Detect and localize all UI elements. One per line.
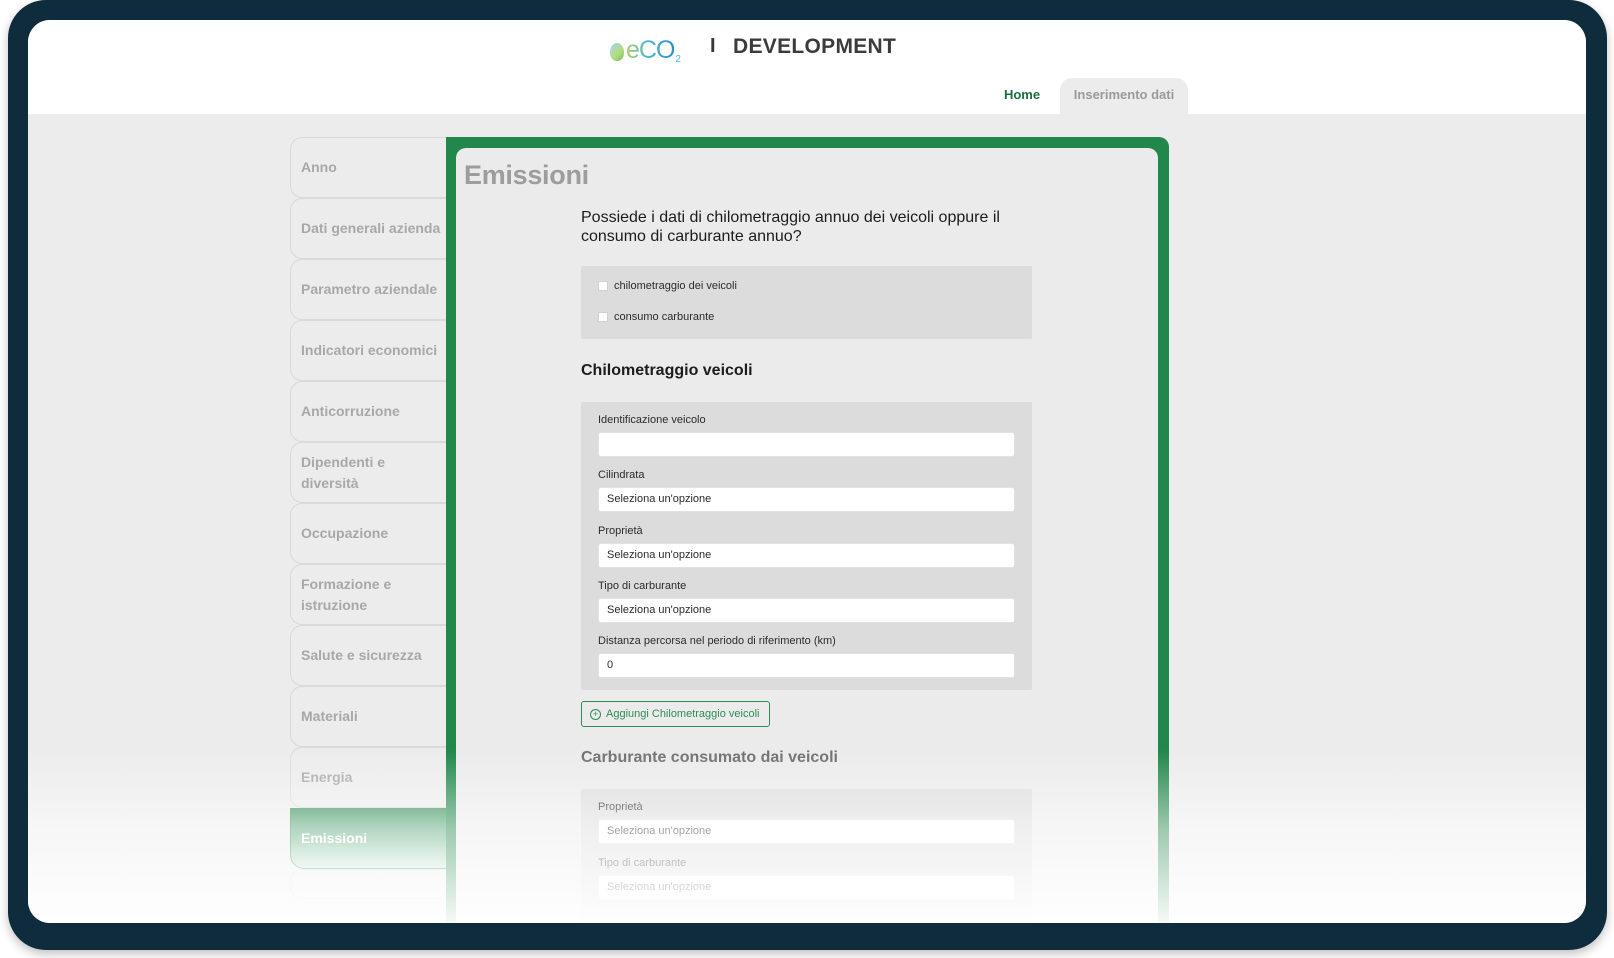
fuel-ownership-label: Proprietà [598, 801, 643, 813]
sidebar-item-salute[interactable]: Salute e sicurezza [290, 625, 446, 686]
fuel-type-label-2: Tipo di carburante [598, 857, 687, 869]
displacement-select[interactable]: Seleziona un'opzione [598, 487, 1015, 512]
leaf-icon [610, 42, 624, 61]
section-title-mileage: Chilometraggio veicoli [581, 362, 753, 379]
section-sidebar: Anno Dati generali azienda Parametro azi… [290, 137, 446, 917]
add-mileage-label: Aggiungi Chilometraggio veicoli [606, 708, 760, 720]
option-label: chilometraggio dei veicoli [614, 280, 737, 292]
fuel-form: Proprietà Seleziona un'opzione Tipo di c… [581, 789, 1032, 923]
option-vehicle-mileage[interactable]: chilometraggio dei veicoli [598, 280, 737, 292]
sidebar-item-emissioni[interactable]: Emissioni [290, 808, 446, 869]
distance-input[interactable]: 0 [598, 653, 1015, 678]
logo-subscript: 2 [675, 54, 681, 65]
sidebar-item-anticorruzione[interactable]: Anticorruzione [290, 381, 446, 442]
plus-circle-icon: + [590, 708, 601, 720]
sidebar-item-dati-generali[interactable]: Dati generali azienda [290, 198, 446, 259]
sidebar-item-parametro[interactable]: Parametro aziendale [290, 259, 446, 320]
sidebar-item-label: Emissioni [301, 830, 368, 846]
sidebar-item-label: Anno [301, 159, 337, 175]
fuel-type-label: Tipo di carburante [598, 580, 687, 592]
nav-tab-data-entry[interactable]: Inserimento dati [1060, 78, 1188, 116]
ownership-select[interactable]: Seleziona un'opzione [598, 543, 1015, 568]
fuel-type-select-2[interactable]: Seleziona un'opzione [598, 875, 1015, 900]
sidebar-item-energia[interactable]: Energia [290, 747, 446, 808]
sidebar-item-formazione[interactable]: Formazione e istruzione [290, 564, 446, 625]
sidebar-item-anno[interactable]: Anno [290, 137, 446, 198]
logo-text: eCO [626, 36, 675, 64]
displacement-label: Cilindrata [598, 469, 645, 481]
sidebar-item-label: Dipendenti e diversità [301, 453, 386, 491]
sidebar-item-label: Parametro aziendale [301, 281, 438, 297]
eco2-logo[interactable]: eCO 2 [610, 36, 681, 65]
vehicle-id-label: Identificazione veicolo [598, 414, 706, 426]
page-title: Emissioni [464, 160, 589, 190]
sidebar-item-next[interactable] [290, 869, 446, 899]
mileage-form: Identificazione veicolo Cilindrata Selez… [581, 402, 1032, 690]
app-header: eCO 2 I DEVELOPMENT Home Inserimento dat… [28, 20, 1586, 116]
fuel-type-select[interactable]: Seleziona un'opzione [598, 598, 1015, 623]
ownership-label: Proprietà [598, 525, 643, 537]
distance-label: Distanza percorsa nel periodo di riferim… [598, 635, 836, 647]
sidebar-item-label: Dati generali azienda [301, 220, 441, 236]
checkbox[interactable] [598, 312, 608, 322]
sidebar-item-indicatori[interactable]: Indicatori economici [290, 320, 446, 381]
data-availability-question: Possiede i dati di chilometraggio annuo … [581, 209, 1000, 245]
sidebar-item-materiali[interactable]: Materiali [290, 686, 446, 747]
option-fuel-consumption[interactable]: consumo carburante [598, 311, 714, 323]
sidebar-item-label: Salute e sicurezza [301, 647, 422, 663]
add-mileage-button[interactable]: + Aggiungi Chilometraggio veicoli [581, 701, 770, 727]
vehicle-id-input[interactable] [598, 432, 1015, 457]
sidebar-item-label: Formazione e istruzione [301, 575, 392, 613]
sidebar-item-label: Energia [301, 769, 353, 785]
environment-label: DEVELOPMENT [733, 35, 897, 58]
sidebar-item-label: Occupazione [301, 525, 389, 541]
header-separator: I [710, 35, 716, 57]
app-screen: eCO 2 I DEVELOPMENT Home Inserimento dat… [28, 20, 1586, 923]
main-nav: Home Inserimento dati [28, 78, 1586, 116]
checkbox[interactable] [598, 281, 608, 291]
sidebar-item-label: Anticorruzione [301, 403, 400, 419]
section-title-fuel: Carburante consumato dai veicoli [581, 749, 838, 766]
data-type-options: chilometraggio dei veicoli consumo carbu… [581, 266, 1032, 339]
option-label: consumo carburante [614, 311, 715, 323]
sidebar-item-label: Materiali [301, 708, 358, 724]
sidebar-item-dipendenti[interactable]: Dipendenti e diversità [290, 442, 446, 503]
sidebar-item-occupazione[interactable]: Occupazione [290, 503, 446, 564]
fuel-ownership-select[interactable]: Seleziona un'opzione [598, 819, 1015, 844]
sidebar-item-label: Indicatori economici [301, 342, 438, 358]
nav-tab-home[interactable]: Home [982, 78, 1062, 115]
